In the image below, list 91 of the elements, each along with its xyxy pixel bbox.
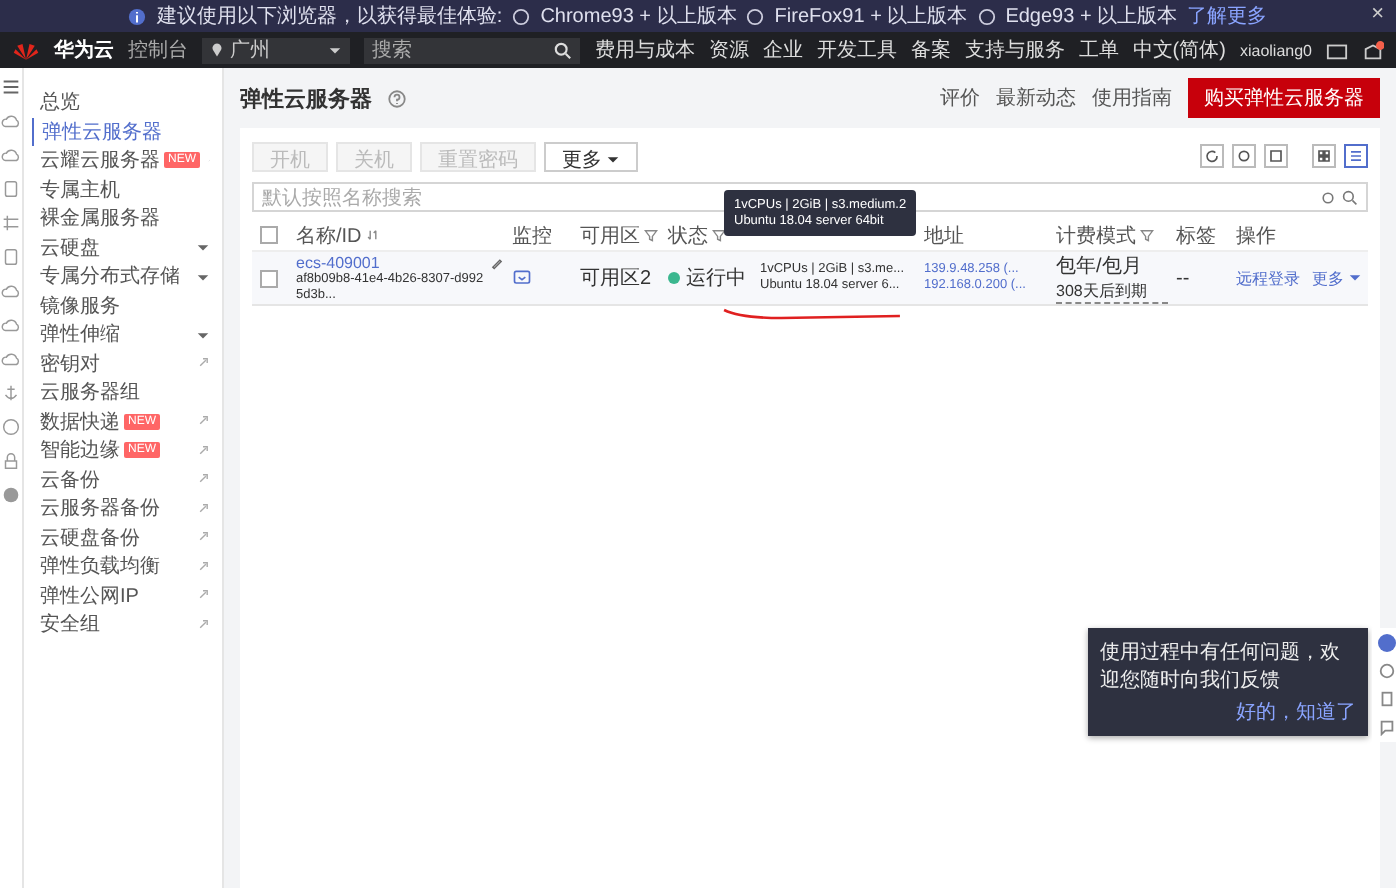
location-pin-icon bbox=[210, 42, 224, 58]
sort-icon[interactable] bbox=[365, 228, 380, 242]
sidebar-item[interactable]: 专属主机 bbox=[32, 175, 210, 204]
sidebar-item[interactable]: 裸金属服务器 bbox=[32, 204, 210, 233]
browser-version: Chrome93 + 以上版本 bbox=[540, 3, 737, 30]
sidebar-item[interactable]: 云硬盘备份 bbox=[32, 523, 210, 552]
nav-link[interactable]: 工单 bbox=[1078, 36, 1119, 64]
sidebar-item[interactable]: 弹性伸缩 bbox=[32, 320, 210, 349]
tag-cell-text: -- bbox=[1176, 267, 1192, 289]
sidebar-item[interactable]: 云服务器备份 bbox=[32, 494, 210, 523]
pencil-icon[interactable] bbox=[490, 255, 504, 269]
billing-text: 308天后到期 bbox=[1056, 280, 1168, 304]
console-link[interactable]: 控制台 bbox=[128, 36, 188, 64]
instance-name-link[interactable]: ecs-409001 bbox=[296, 253, 488, 271]
browser-version: Edge93 + 以上版本 bbox=[1005, 3, 1178, 30]
comment-icon[interactable] bbox=[1377, 718, 1395, 736]
nav-link[interactable]: 中文(简体) bbox=[1132, 36, 1226, 64]
column-header: 监控 bbox=[512, 223, 552, 249]
toolbar-button[interactable]: 更多 bbox=[544, 141, 638, 171]
menu-icon[interactable] bbox=[0, 76, 22, 98]
cloud-icon[interactable] bbox=[0, 144, 22, 166]
sidebar-item[interactable]: 总览 bbox=[32, 88, 210, 117]
cloud-icon[interactable] bbox=[0, 280, 22, 302]
document-icon[interactable] bbox=[1377, 690, 1395, 708]
bell-icon[interactable] bbox=[1362, 39, 1384, 61]
dismiss-link[interactable]: 好的，知道了 bbox=[1236, 698, 1356, 726]
user-name[interactable]: xiaoliang0 bbox=[1239, 41, 1312, 59]
row-action-link[interactable]: 远程登录 bbox=[1236, 267, 1300, 289]
header-link[interactable]: 评价 bbox=[940, 84, 980, 112]
learn-more-link[interactable]: 了解更多 bbox=[1187, 2, 1268, 30]
export-icon[interactable] bbox=[1264, 144, 1288, 168]
brand-name: 华为云 bbox=[54, 37, 114, 64]
column-header: 地址 bbox=[924, 223, 964, 249]
column-header: 可用区 bbox=[580, 223, 640, 249]
sidebar-item[interactable]: 镜像服务 bbox=[32, 291, 210, 320]
info-icon bbox=[128, 7, 147, 25]
filter-icon[interactable] bbox=[712, 228, 726, 242]
sidebar-item[interactable]: 安全组 bbox=[32, 610, 210, 639]
row-action-link[interactable]: 更多 bbox=[1312, 267, 1362, 289]
header-link[interactable]: 最新动态 bbox=[996, 84, 1076, 112]
caret-icon bbox=[606, 151, 620, 165]
close-button[interactable]: × bbox=[1371, 2, 1384, 26]
cloud-icon[interactable] bbox=[0, 314, 22, 336]
browser-notice: 建议使用以下浏览器，以获得最佳体验: bbox=[156, 3, 503, 30]
anchor-icon[interactable] bbox=[0, 382, 22, 404]
box-icon[interactable] bbox=[0, 246, 22, 268]
chat-icon[interactable] bbox=[1377, 634, 1395, 652]
search-icon[interactable] bbox=[554, 41, 573, 59]
nav-link[interactable]: 开发工具 bbox=[816, 36, 897, 64]
checkbox[interactable] bbox=[260, 226, 278, 244]
billing-text: 包年/包月 bbox=[1056, 254, 1144, 280]
page-title: 弹性云服务器 bbox=[240, 85, 372, 113]
region-select[interactable]: 广州 bbox=[202, 37, 350, 63]
nav-link[interactable]: 备案 bbox=[910, 36, 951, 64]
zone-cell-text: 可用区2 bbox=[580, 266, 654, 292]
sidebar-item[interactable]: 云硬盘 bbox=[32, 233, 210, 262]
cloud-icon[interactable] bbox=[0, 110, 22, 132]
caret-icon bbox=[328, 42, 342, 58]
sidebar-item[interactable]: 云备份 bbox=[32, 465, 210, 494]
buy-button[interactable]: 购买弹性云服务器 bbox=[1188, 78, 1380, 118]
column-header: 操作 bbox=[1236, 223, 1276, 249]
nav-link[interactable]: 资源 bbox=[708, 36, 749, 64]
cloud-icon[interactable] bbox=[0, 348, 22, 370]
nav-link[interactable]: 支持与服务 bbox=[964, 36, 1065, 64]
sidebar-item[interactable]: 弹性公网IP bbox=[32, 581, 210, 610]
list-view-icon[interactable] bbox=[1344, 144, 1368, 168]
sidebar-item[interactable]: 专属分布式存储 bbox=[32, 262, 210, 291]
browser-version: FireFox91 + 以上版本 bbox=[774, 3, 968, 30]
grid-view-icon[interactable] bbox=[1312, 144, 1336, 168]
search-icon[interactable] bbox=[1342, 189, 1358, 205]
column-header: 标签 bbox=[1176, 223, 1216, 249]
mail-icon[interactable] bbox=[1326, 39, 1348, 61]
column-header: 状态 bbox=[668, 223, 708, 249]
monitor-icon[interactable] bbox=[512, 268, 532, 288]
status-text: 运行中 bbox=[686, 265, 746, 292]
sidebar-item[interactable]: 弹性负载均衡 bbox=[32, 552, 210, 581]
nav-link[interactable]: 企业 bbox=[762, 36, 803, 64]
sidebar-item[interactable]: 云服务器组 bbox=[32, 378, 210, 407]
search-field[interactable]: 搜索 bbox=[364, 37, 581, 63]
caret-icon bbox=[1348, 269, 1362, 283]
sidebar-item[interactable]: 密钥对 bbox=[32, 349, 210, 378]
header-link[interactable]: 使用指南 bbox=[1092, 84, 1172, 112]
nav-link[interactable]: 费用与成本 bbox=[594, 36, 695, 64]
refresh-icon[interactable] bbox=[1200, 144, 1224, 168]
column-header: 名称/ID bbox=[296, 223, 362, 249]
checkbox[interactable] bbox=[260, 269, 278, 287]
column-header: 计费模式 bbox=[1056, 223, 1136, 249]
sidebar-item[interactable]: 弹性云服务器 bbox=[32, 117, 210, 146]
flower-logo-icon bbox=[12, 39, 40, 61]
feedback-text: 使用过程中有任何问题，欢迎您随时向我们反馈 bbox=[1100, 639, 1342, 694]
lock-icon[interactable] bbox=[0, 450, 22, 472]
